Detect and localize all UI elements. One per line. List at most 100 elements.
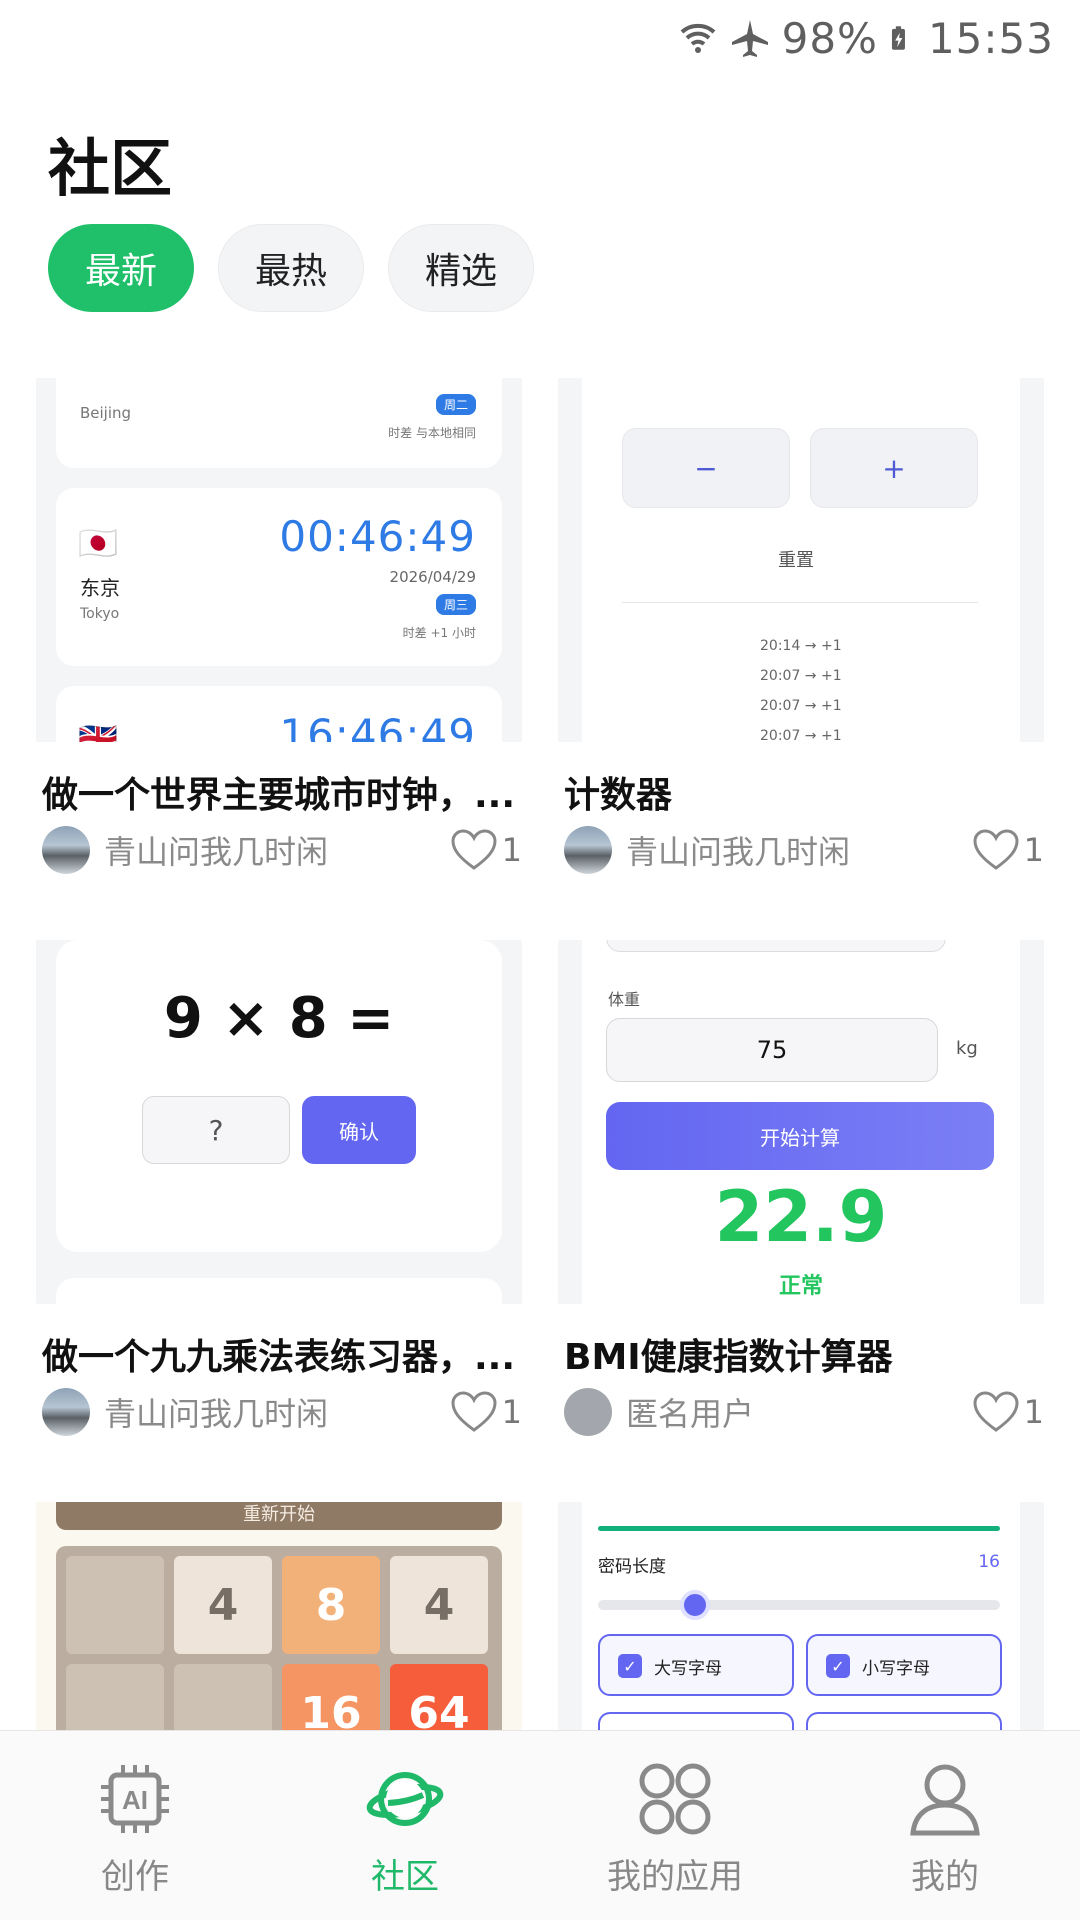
weekday-badge: 周二 bbox=[435, 394, 476, 415]
avatar[interactable] bbox=[42, 826, 90, 874]
option-label: 小写字母 bbox=[862, 1659, 930, 1679]
author-name[interactable]: 匿名用户 bbox=[626, 1389, 972, 1435]
weekday-badge: 周三 bbox=[435, 594, 476, 615]
user-icon bbox=[910, 1764, 980, 1836]
nav-community[interactable]: 社区 bbox=[270, 1731, 540, 1920]
like-count: 1 bbox=[501, 831, 522, 869]
city-time: 16:46:49 bbox=[279, 710, 476, 742]
heart-icon bbox=[973, 829, 1019, 870]
city-time: 00:46:49 bbox=[279, 512, 476, 561]
quiz-card: 9 × 8 = ? 确认 bbox=[56, 940, 502, 1252]
svg-text:AI: AI bbox=[122, 1785, 148, 1815]
height-input bbox=[606, 940, 946, 952]
option-card bbox=[806, 1712, 1002, 1730]
city-name: 东京 bbox=[80, 576, 120, 600]
author-name[interactable]: 青山问我几时闲 bbox=[104, 827, 450, 873]
password-screen: 密码长度 16 ✓ 大写字母 ✓ 小写字母 bbox=[582, 1502, 1020, 1730]
status-icons: 98% 15:53 bbox=[678, 12, 1054, 64]
nav-my-apps[interactable]: 我的应用 bbox=[540, 1731, 810, 1920]
wifi-icon bbox=[680, 23, 715, 53]
nav-me[interactable]: 我的 bbox=[810, 1731, 1080, 1920]
decrement-button: − bbox=[622, 428, 790, 508]
time-diff: 时差 与本地相同 bbox=[388, 426, 476, 440]
history-item: 20:07 → +1 bbox=[760, 668, 842, 684]
avatar[interactable] bbox=[564, 1388, 612, 1436]
nav-label: 我的应用 bbox=[607, 1857, 743, 1897]
card-meta: 青山问我几时闲 1 bbox=[42, 824, 522, 876]
avatar[interactable] bbox=[42, 1388, 90, 1436]
card-thumbnail[interactable]: Beijing 周二 时差 与本地相同 🇯🇵 东京 Tokyo 00:46:49… bbox=[36, 378, 522, 742]
checkbox-checked-icon: ✓ bbox=[826, 1654, 850, 1678]
city-en-name: Tokyo bbox=[80, 606, 120, 622]
uk-flag-icon: 🇬🇧 bbox=[78, 720, 118, 742]
nav-create[interactable]: AI 创作 bbox=[0, 1731, 270, 1920]
author-name[interactable]: 青山问我几时闲 bbox=[104, 1389, 450, 1435]
history-item: 20:07 → +1 bbox=[760, 698, 842, 714]
heart-icon bbox=[451, 1391, 497, 1432]
option-uppercase: ✓ 大写字母 bbox=[598, 1634, 794, 1696]
status-bar: 98% 15:53 bbox=[0, 0, 1080, 76]
like-button[interactable]: 1 bbox=[450, 1390, 522, 1434]
card-thumbnail[interactable]: 体重 75 kg 开始计算 22.9 正常 bbox=[558, 940, 1044, 1304]
card-title[interactable]: BMI健康指数计算器 bbox=[564, 1328, 1044, 1380]
nav-label: 我的 bbox=[911, 1857, 979, 1897]
bmi-screen: 体重 75 kg 开始计算 22.9 正常 bbox=[582, 940, 1020, 1304]
increment-button: + bbox=[810, 428, 978, 508]
card-meta: 青山问我几时闲 1 bbox=[42, 1386, 522, 1438]
card-thumbnail[interactable]: 密码长度 16 ✓ 大写字母 ✓ 小写字母 bbox=[558, 1502, 1044, 1730]
card-thumbnail[interactable]: 9 × 8 = ? 确认 bbox=[36, 940, 522, 1304]
question-text: 9 × 8 = bbox=[163, 986, 395, 1051]
author-name[interactable]: 青山问我几时闲 bbox=[626, 827, 972, 873]
city-en-name: Beijing bbox=[80, 404, 132, 422]
calculate-button: 开始计算 bbox=[606, 1102, 994, 1170]
tokyo-clock-card: 🇯🇵 东京 Tokyo 00:46:49 2026/04/29 周三 时差 +1… bbox=[56, 488, 502, 666]
answer-input: ? bbox=[142, 1096, 290, 1164]
like-button[interactable]: 1 bbox=[972, 828, 1044, 872]
tab-latest[interactable]: 最新 bbox=[48, 224, 194, 312]
card-title[interactable]: 做一个九九乘法表练习器，... bbox=[42, 1328, 522, 1380]
planet-icon bbox=[366, 1772, 444, 1826]
card-thumbnail[interactable]: 重新开始 4 8 4 16 64 bbox=[36, 1502, 522, 1730]
weight-label: 体重 bbox=[608, 990, 641, 1009]
game-tile: 4 bbox=[174, 1556, 272, 1654]
battery-percent: 98% bbox=[781, 13, 878, 63]
option-lowercase: ✓ 小写字母 bbox=[806, 1634, 1002, 1696]
nav-label: 创作 bbox=[101, 1857, 169, 1897]
airplane-icon bbox=[731, 20, 768, 57]
like-button[interactable]: 1 bbox=[972, 1390, 1044, 1434]
filter-tabs: 最新 最热 精选 bbox=[48, 224, 534, 312]
slider-thumb bbox=[680, 1590, 710, 1620]
option-label: 大写字母 bbox=[654, 1659, 722, 1679]
london-clock-card: 🇬🇧 16:46:49 bbox=[56, 686, 502, 742]
battery-icon bbox=[891, 26, 905, 50]
game-tile bbox=[174, 1664, 272, 1730]
card-meta: 匿名用户 1 bbox=[564, 1386, 1044, 1438]
confirm-button: 确认 bbox=[302, 1096, 416, 1164]
option-card bbox=[598, 1712, 794, 1730]
card-thumbnail[interactable]: − + 重置 20:14 → +1 20:07 → +1 20:07 → +1 … bbox=[558, 378, 1044, 742]
tab-hottest[interactable]: 最热 bbox=[218, 224, 364, 312]
bottom-navigation: AI 创作 社区 我的应用 我的 bbox=[0, 1730, 1080, 1920]
ai-chip-icon: AI bbox=[101, 1765, 169, 1833]
time-diff: 时差 +1 小时 bbox=[402, 626, 476, 640]
like-count: 1 bbox=[501, 1393, 522, 1431]
like-count: 1 bbox=[1023, 1393, 1044, 1431]
weight-unit: kg bbox=[956, 1038, 978, 1059]
game-tile: 4 bbox=[390, 1556, 488, 1654]
beijing-clock-card: Beijing 周二 时差 与本地相同 bbox=[56, 378, 502, 468]
game-board: 4 8 4 16 64 bbox=[56, 1546, 502, 1730]
divider bbox=[622, 602, 978, 603]
restart-button: 重新开始 bbox=[56, 1502, 502, 1530]
card-title[interactable]: 做一个世界主要城市时钟，... bbox=[42, 766, 522, 818]
bmi-value: 22.9 bbox=[714, 1176, 888, 1258]
avatar[interactable] bbox=[564, 826, 612, 874]
game-tile: 8 bbox=[282, 1556, 380, 1654]
like-count: 1 bbox=[1023, 831, 1044, 869]
japan-flag-icon: 🇯🇵 bbox=[78, 524, 118, 562]
like-button[interactable]: 1 bbox=[450, 828, 522, 872]
counter-screen: − + 重置 20:14 → +1 20:07 → +1 20:07 → +1 … bbox=[582, 378, 1020, 742]
reset-button: 重置 bbox=[778, 550, 814, 571]
tab-featured[interactable]: 精选 bbox=[388, 224, 534, 312]
length-label: 密码长度 bbox=[598, 1557, 666, 1577]
card-title[interactable]: 计数器 bbox=[564, 766, 1044, 818]
